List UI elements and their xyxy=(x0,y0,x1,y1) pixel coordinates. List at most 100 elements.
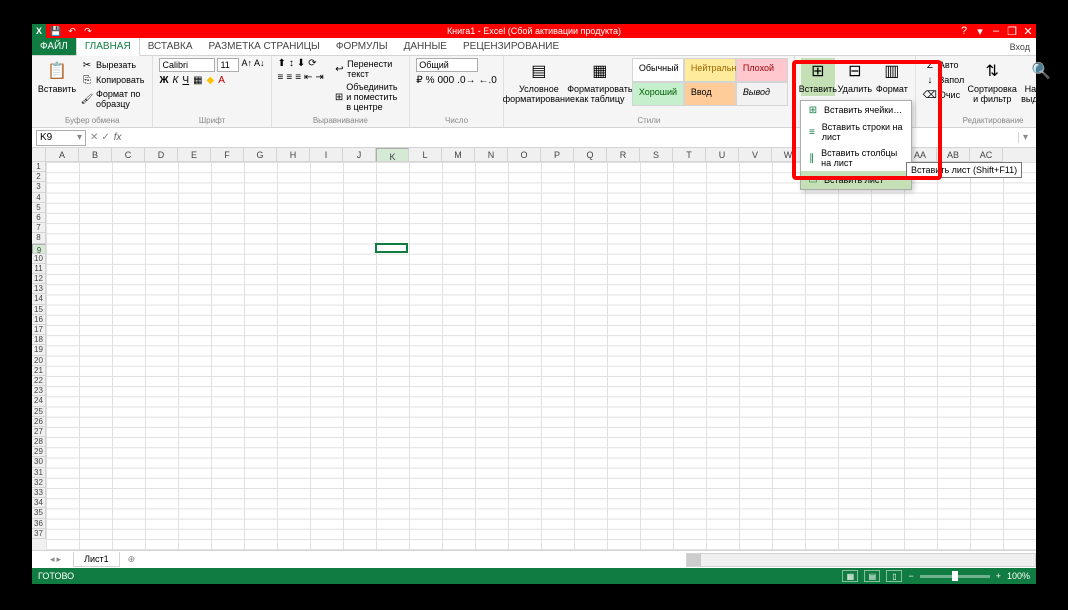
col-header-E[interactable]: E xyxy=(178,148,211,162)
tab-file[interactable]: ФАЙЛ xyxy=(32,38,76,55)
tab-formulas[interactable]: ФОРМУЛЫ xyxy=(328,38,396,55)
tab-home[interactable]: ГЛАВНАЯ xyxy=(76,37,140,56)
col-header-N[interactable]: N xyxy=(475,148,508,162)
cancel-formula-icon[interactable]: ✕ xyxy=(90,132,98,143)
wrap-text-button[interactable]: ↩Перенести текст xyxy=(333,58,403,80)
restore-button[interactable]: ❐ xyxy=(1004,25,1020,38)
col-header-G[interactable]: G xyxy=(244,148,277,162)
copy-button[interactable]: ⎘Копировать xyxy=(79,73,146,87)
increase-font-button[interactable]: A↑ xyxy=(241,58,252,72)
active-cell[interactable] xyxy=(375,243,408,254)
row-header-36[interactable]: 36 xyxy=(32,519,46,529)
row-header-31[interactable]: 31 xyxy=(32,468,46,478)
align-center-button[interactable]: ≡ xyxy=(286,72,292,83)
add-sheet-button[interactable]: ⊕ xyxy=(122,552,142,567)
number-format-select[interactable]: Общий xyxy=(416,58,478,72)
row-header-32[interactable]: 32 xyxy=(32,478,46,488)
row-header-25[interactable]: 25 xyxy=(32,407,46,417)
col-header-S[interactable]: S xyxy=(640,148,673,162)
col-header-K[interactable]: K xyxy=(376,148,409,162)
col-header-V[interactable]: V xyxy=(739,148,772,162)
cut-button[interactable]: ✂Вырезать xyxy=(79,58,146,72)
col-header-C[interactable]: C xyxy=(112,148,145,162)
style-neutral[interactable]: Нейтральный xyxy=(684,58,736,82)
align-middle-button[interactable]: ↕ xyxy=(289,58,294,69)
tab-review[interactable]: РЕЦЕНЗИРОВАНИЕ xyxy=(455,38,567,55)
insert-cells-button[interactable]: ⊞ Вставить xyxy=(801,58,835,96)
col-header-T[interactable]: T xyxy=(673,148,706,162)
col-header-D[interactable]: D xyxy=(145,148,178,162)
font-size-select[interactable]: 11 xyxy=(217,58,239,72)
horizontal-scrollbar[interactable] xyxy=(686,553,1036,567)
sort-filter-button[interactable]: ⇅ Сортировка и фильтр xyxy=(969,58,1015,106)
paste-button[interactable]: 📋 Вставить xyxy=(38,58,76,110)
row-header-27[interactable]: 27 xyxy=(32,427,46,437)
underline-button[interactable]: Ч xyxy=(182,75,189,86)
col-header-AC[interactable]: AC xyxy=(970,148,1003,162)
select-all-corner[interactable] xyxy=(32,148,46,162)
row-header-14[interactable]: 14 xyxy=(32,294,46,304)
format-as-table-button[interactable]: ▦ Форматировать как таблицу xyxy=(571,58,629,106)
row-header-35[interactable]: 35 xyxy=(32,508,46,518)
row-header-18[interactable]: 18 xyxy=(32,335,46,345)
row-header-11[interactable]: 11 xyxy=(32,264,46,274)
style-normal[interactable]: Обычный xyxy=(632,58,684,82)
minimize-button[interactable]: – xyxy=(988,25,1004,38)
row-header-28[interactable]: 28 xyxy=(32,437,46,447)
autosum-button[interactable]: ΣАвто xyxy=(922,58,966,72)
orientation-button[interactable]: ⟳ xyxy=(308,58,316,69)
ribbon-options-button[interactable]: ▾ xyxy=(972,25,988,38)
help-button[interactable]: ? xyxy=(956,25,972,38)
style-output[interactable]: Вывод xyxy=(736,82,788,106)
style-good[interactable]: Хороший xyxy=(632,82,684,106)
col-header-H[interactable]: H xyxy=(277,148,310,162)
row-header-22[interactable]: 22 xyxy=(32,376,46,386)
view-page-layout-button[interactable]: ▤ xyxy=(864,570,880,582)
row-header-16[interactable]: 16 xyxy=(32,315,46,325)
worksheet-grid[interactable]: ABCDEFGHIJKLMNOPQRSTUVWXYZAAABAC 1234567… xyxy=(32,148,1036,550)
tab-page-layout[interactable]: РАЗМЕТКА СТРАНИЦЫ xyxy=(201,38,328,55)
row-header-15[interactable]: 15 xyxy=(32,305,46,315)
col-header-F[interactable]: F xyxy=(211,148,244,162)
row-header-6[interactable]: 6 xyxy=(32,213,46,223)
row-header-24[interactable]: 24 xyxy=(32,396,46,406)
zoom-in-button[interactable]: + xyxy=(996,571,1001,581)
view-page-break-button[interactable]: ▯ xyxy=(886,570,902,582)
merge-center-button[interactable]: ⊞Объединить и поместить в центре xyxy=(333,81,403,113)
col-header-A[interactable]: A xyxy=(46,148,79,162)
sheet-nav-next[interactable]: ▸ xyxy=(57,554,62,565)
align-top-button[interactable]: ⬆ xyxy=(278,58,286,69)
insert-rows-item[interactable]: ≡Вставить строки на лист xyxy=(801,119,911,145)
insert-sheet-item[interactable]: ▭Вставить лист xyxy=(801,171,911,189)
view-normal-button[interactable]: ▦ xyxy=(842,570,858,582)
format-cells-button[interactable]: ▥ Формат xyxy=(875,58,909,96)
row-header-37[interactable]: 37 xyxy=(32,529,46,539)
row-header-5[interactable]: 5 xyxy=(32,203,46,213)
row-header-8[interactable]: 8 xyxy=(32,233,46,243)
row-header-30[interactable]: 30 xyxy=(32,457,46,467)
row-header-29[interactable]: 29 xyxy=(32,447,46,457)
fill-button[interactable]: ↓Запол xyxy=(922,73,966,87)
fill-color-button[interactable]: ◆ xyxy=(207,75,215,86)
decrease-font-button[interactable]: A↓ xyxy=(254,58,265,72)
row-header-4[interactable]: 4 xyxy=(32,193,46,203)
font-color-button[interactable]: A xyxy=(218,75,225,86)
increase-decimal-button[interactable]: .0→ xyxy=(457,75,475,86)
percent-button[interactable]: % xyxy=(426,75,435,86)
indent-increase-button[interactable]: ⇥ xyxy=(315,72,323,83)
col-header-Q[interactable]: Q xyxy=(574,148,607,162)
border-button[interactable]: ▦ xyxy=(193,75,202,86)
name-box[interactable]: K9▾ xyxy=(36,130,86,146)
style-bad[interactable]: Плохой xyxy=(736,58,788,82)
align-left-button[interactable]: ≡ xyxy=(278,72,284,83)
insert-cells-item[interactable]: ⊞Вставить ячейки… xyxy=(801,101,911,119)
col-header-B[interactable]: B xyxy=(79,148,112,162)
row-header-33[interactable]: 33 xyxy=(32,488,46,498)
row-header-10[interactable]: 10 xyxy=(32,254,46,264)
zoom-out-button[interactable]: − xyxy=(908,571,913,581)
indent-decrease-button[interactable]: ⇤ xyxy=(304,72,312,83)
row-header-9[interactable]: 9 xyxy=(32,244,46,254)
col-header-AB[interactable]: AB xyxy=(937,148,970,162)
expand-formula-bar[interactable]: ▾ xyxy=(1018,132,1032,143)
row-header-1[interactable]: 1 xyxy=(32,162,46,172)
